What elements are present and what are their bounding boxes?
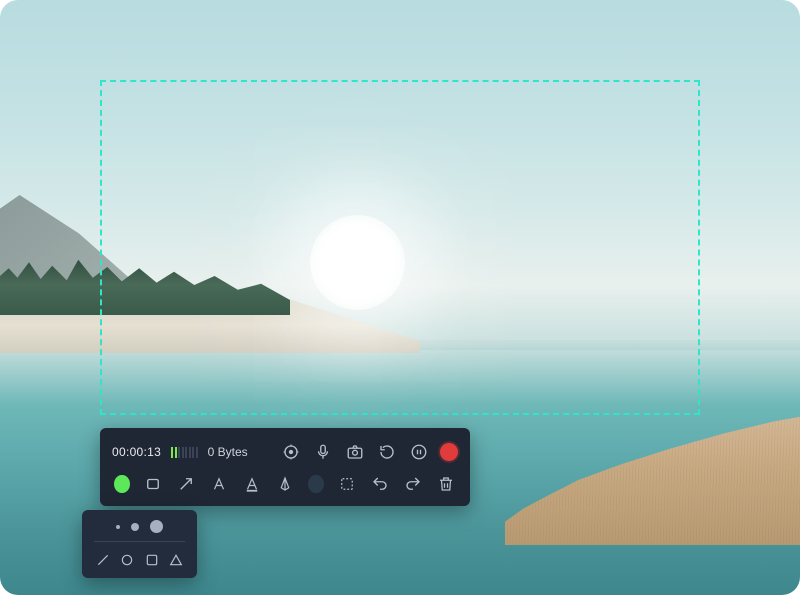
cursor-toggle-button[interactable] <box>280 441 302 463</box>
microphone-button[interactable] <box>312 441 334 463</box>
brush-shape-row <box>94 542 185 570</box>
brush-options-panel <box>82 510 197 578</box>
trash-button[interactable] <box>437 473 456 495</box>
record-button[interactable] <box>440 443 458 461</box>
brush-size-large[interactable] <box>150 520 163 533</box>
recorder-timer: 00:00:13 <box>112 445 161 459</box>
audio-level-meter <box>171 446 198 458</box>
text-tool-button[interactable] <box>210 473 229 495</box>
background-grass <box>505 415 800 545</box>
arrow-tool-button[interactable] <box>177 473 196 495</box>
recorder-toolbar: 00:00:13 0 Bytes <box>100 428 470 506</box>
screenshot-button[interactable] <box>344 441 366 463</box>
recorder-filesize: 0 Bytes <box>208 445 248 459</box>
brush-size-medium[interactable] <box>131 523 139 531</box>
marquee-tool-button[interactable] <box>338 473 357 495</box>
brush-size-row <box>94 520 185 542</box>
undo-button[interactable] <box>371 473 390 495</box>
pen-tool-button[interactable] <box>275 473 294 495</box>
color-picker-primary[interactable] <box>114 475 130 493</box>
triangle-shape-button[interactable] <box>167 550 185 570</box>
redo-button[interactable] <box>404 473 423 495</box>
line-shape-button[interactable] <box>94 550 112 570</box>
rectangle-tool-button[interactable] <box>144 473 163 495</box>
pause-button[interactable] <box>408 441 430 463</box>
recorder-status-row: 00:00:13 0 Bytes <box>112 436 458 468</box>
highlighter-tool-button[interactable] <box>242 473 261 495</box>
brush-size-small[interactable] <box>116 525 120 529</box>
annotation-tools-row <box>112 468 458 500</box>
square-shape-button[interactable] <box>143 550 161 570</box>
restart-button[interactable] <box>376 441 398 463</box>
background-sun <box>310 215 405 310</box>
circle-shape-button[interactable] <box>118 550 136 570</box>
desktop-background: 00:00:13 0 Bytes <box>0 0 800 595</box>
color-picker-secondary[interactable] <box>308 475 324 493</box>
